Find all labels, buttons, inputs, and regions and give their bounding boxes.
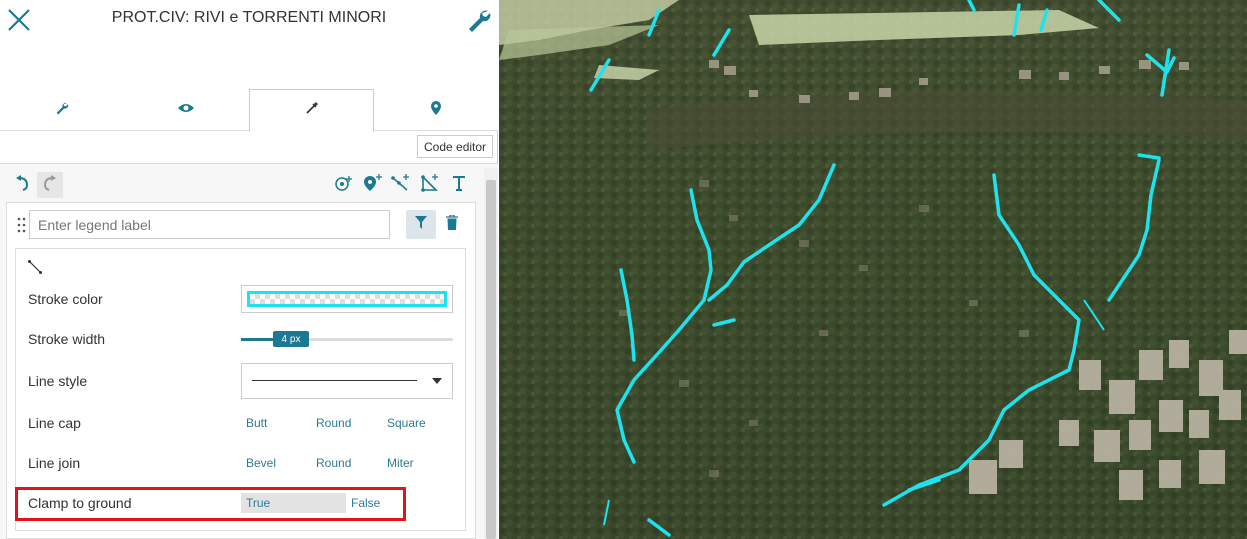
drag-handle-icon[interactable] (16, 216, 28, 234)
trash-icon (446, 213, 458, 235)
add-point-icon (334, 175, 354, 196)
stroke-width-slider-thumb[interactable]: 4 px (273, 331, 309, 347)
line-cap-label: Line cap (28, 415, 81, 431)
stroke-color-swatch (247, 291, 447, 307)
add-polygon-icon (420, 173, 440, 197)
eyedropper-icon (305, 101, 319, 120)
wrench-icon (55, 101, 69, 120)
add-marker-button[interactable] (360, 172, 386, 198)
legend-label-input[interactable] (29, 210, 390, 239)
code-editor-button[interactable]: Code editor (417, 135, 494, 158)
tab-tools[interactable] (0, 89, 124, 131)
line-cap-butt[interactable]: Butt (246, 416, 267, 430)
add-polygon-button[interactable] (417, 172, 443, 198)
page-title: PROT.CIV: RIVI e TORRENTI MINORI (111, 9, 387, 26)
tab-visibility[interactable] (124, 89, 248, 131)
line-join-miter[interactable]: Miter (387, 456, 414, 470)
filter-icon (415, 215, 427, 234)
line-style-sample (252, 380, 417, 381)
delete-rule-button[interactable] (440, 210, 464, 239)
tab-bar (0, 89, 498, 132)
3d-map-view[interactable] (499, 0, 1247, 539)
map-marker-icon (431, 100, 441, 120)
line-cap-round[interactable]: Round (316, 416, 351, 430)
wrench-icon[interactable] (466, 7, 492, 33)
line-join-bevel[interactable]: Bevel (246, 456, 276, 470)
add-marker-icon (363, 173, 383, 197)
redo-button[interactable] (37, 172, 63, 198)
undo-button[interactable] (9, 172, 35, 198)
line-symbolizer-icon (28, 260, 42, 274)
highlight-box (15, 487, 406, 521)
eye-icon (178, 101, 194, 119)
line-join-round[interactable]: Round (316, 456, 351, 470)
undo-icon (15, 174, 29, 196)
stroke-color-picker[interactable] (241, 285, 453, 313)
text-icon (452, 175, 466, 196)
filter-button[interactable] (406, 210, 436, 239)
add-text-button[interactable] (446, 172, 472, 198)
tab-style[interactable] (249, 89, 374, 132)
style-panel: PROT.CIV: RIVI e TORRENTI MINORI Code ed… (0, 0, 498, 539)
redo-icon (43, 174, 57, 196)
scrollbar-thumb[interactable] (486, 180, 496, 539)
stroke-width-label: Stroke width (28, 331, 106, 347)
add-line-icon (391, 173, 411, 197)
line-style-label: Line style (28, 373, 88, 389)
add-point-button[interactable] (331, 172, 357, 198)
stroke-color-label: Stroke color (28, 291, 103, 307)
scrollbar[interactable] (484, 168, 498, 539)
line-cap-square[interactable]: Square (387, 416, 426, 430)
line-join-label: Line join (28, 455, 81, 471)
add-line-button[interactable] (388, 172, 414, 198)
line-style-select[interactable] (241, 363, 453, 399)
style-toolbar (0, 168, 484, 204)
chevron-down-icon (432, 378, 442, 384)
tab-location[interactable] (374, 89, 498, 131)
